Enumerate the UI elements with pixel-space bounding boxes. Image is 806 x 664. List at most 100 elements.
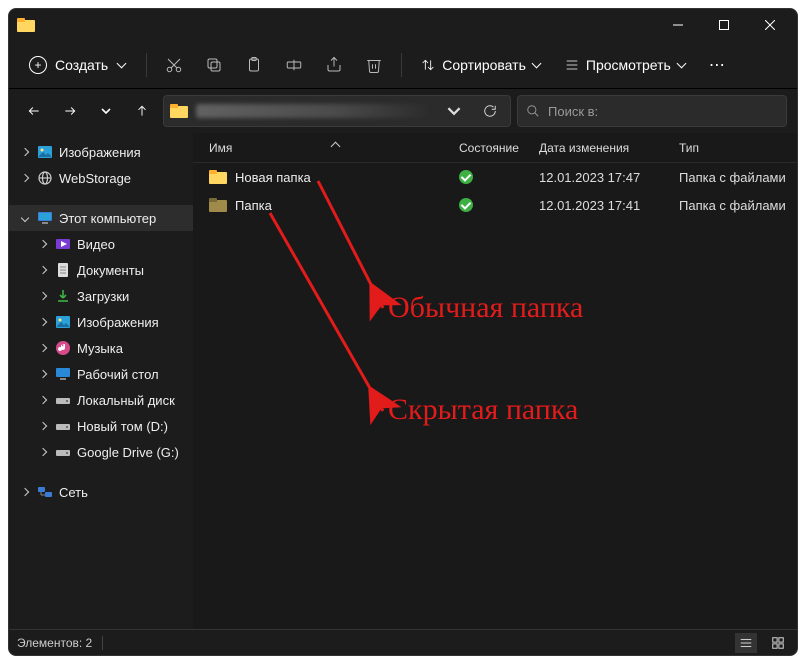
column-headers: Имя Состояние Дата изменения Тип bbox=[193, 133, 797, 163]
chevron-down-icon bbox=[677, 60, 687, 70]
chevron-right-icon bbox=[37, 345, 49, 351]
sidebar-item-videos[interactable]: Видео bbox=[9, 231, 193, 257]
paste-button[interactable] bbox=[235, 47, 273, 83]
sort-asc-icon bbox=[292, 143, 302, 153]
folder-icon bbox=[209, 170, 227, 184]
rename-button[interactable] bbox=[275, 47, 313, 83]
sidebar: Изображения WebStorage Этот компьютер Ви… bbox=[9, 133, 193, 629]
folder-icon bbox=[170, 104, 188, 118]
chevron-down-icon bbox=[116, 60, 126, 70]
chevron-right-icon bbox=[37, 423, 49, 429]
view-thumbnails-button[interactable] bbox=[767, 633, 789, 653]
sidebar-item-music[interactable]: Музыка bbox=[9, 335, 193, 361]
col-type[interactable]: Тип bbox=[679, 141, 797, 155]
annotation-normal-folder: Обычная папка bbox=[388, 291, 583, 325]
documents-icon bbox=[55, 262, 71, 278]
divider bbox=[401, 53, 402, 77]
view-details-button[interactable] bbox=[735, 633, 757, 653]
sidebar-item-documents[interactable]: Документы bbox=[9, 257, 193, 283]
minimize-button[interactable] bbox=[655, 9, 701, 41]
divider bbox=[102, 636, 103, 650]
item-count: Элементов: 2 bbox=[17, 636, 92, 650]
chevron-right-icon bbox=[37, 319, 49, 325]
address-bar[interactable] bbox=[163, 95, 511, 127]
col-type-label: Тип bbox=[679, 141, 699, 155]
sort-button[interactable]: Сортировать bbox=[410, 51, 552, 79]
chevron-right-icon bbox=[19, 149, 31, 155]
folder-hidden-icon bbox=[209, 198, 227, 212]
plus-icon: + bbox=[29, 56, 47, 74]
sidebar-item-label: Изображения bbox=[59, 145, 141, 160]
divider bbox=[146, 53, 147, 77]
sidebar-item-new-volume[interactable]: Новый том (D:) bbox=[9, 413, 193, 439]
search-input[interactable]: Поиск в: bbox=[517, 95, 787, 127]
close-button[interactable] bbox=[747, 9, 793, 41]
videos-icon bbox=[55, 236, 71, 252]
chevron-right-icon bbox=[37, 267, 49, 273]
sidebar-item-pictures[interactable]: Изображения bbox=[9, 139, 193, 165]
status-synced-icon bbox=[459, 198, 473, 212]
more-button[interactable]: ⋯ bbox=[699, 55, 737, 75]
col-date-label: Дата изменения bbox=[539, 141, 629, 155]
sidebar-item-google-drive[interactable]: Google Drive (G:) bbox=[9, 439, 193, 465]
col-state[interactable]: Состояние bbox=[459, 141, 539, 155]
back-button[interactable] bbox=[19, 95, 49, 127]
file-row[interactable]: Новая папка 12.01.2023 17:47 Папка с фай… bbox=[193, 163, 797, 191]
address-dropdown[interactable] bbox=[440, 97, 468, 125]
view-button[interactable]: Просмотреть bbox=[554, 51, 697, 79]
sidebar-item-label: WebStorage bbox=[59, 171, 131, 186]
sidebar-item-label: Документы bbox=[77, 263, 144, 278]
col-state-label: Состояние bbox=[459, 141, 519, 155]
file-name: Папка bbox=[235, 198, 272, 213]
sidebar-item-webstorage[interactable]: WebStorage bbox=[9, 165, 193, 191]
chevron-right-icon bbox=[37, 371, 49, 377]
pictures-icon bbox=[55, 314, 71, 330]
col-date[interactable]: Дата изменения bbox=[539, 141, 679, 155]
view-label: Просмотреть bbox=[586, 57, 671, 73]
sidebar-item-label: Музыка bbox=[77, 341, 123, 356]
pictures-icon bbox=[37, 144, 53, 160]
refresh-button[interactable] bbox=[476, 97, 504, 125]
sort-icon bbox=[420, 57, 436, 73]
forward-button[interactable] bbox=[55, 95, 85, 127]
sidebar-item-label: Google Drive (G:) bbox=[77, 445, 179, 460]
recent-button[interactable] bbox=[91, 95, 121, 127]
chevron-down-icon bbox=[532, 60, 542, 70]
window-controls bbox=[655, 9, 793, 41]
sidebar-item-desktop[interactable]: Рабочий стол bbox=[9, 361, 193, 387]
sidebar-item-local-disk[interactable]: Локальный диск bbox=[9, 387, 193, 413]
titlebar bbox=[9, 9, 797, 41]
chevron-right-icon bbox=[37, 449, 49, 455]
address-path-blurred bbox=[196, 104, 432, 118]
file-date: 12.01.2023 17:41 bbox=[539, 198, 679, 213]
view-icon bbox=[564, 57, 580, 73]
folder-icon bbox=[17, 18, 35, 32]
sidebar-item-downloads[interactable]: Загрузки bbox=[9, 283, 193, 309]
status-synced-icon bbox=[459, 170, 473, 184]
toolbar: + Создать Сортировать Просмотреть ⋯ bbox=[9, 41, 797, 89]
cut-button[interactable] bbox=[155, 47, 193, 83]
sidebar-item-this-pc[interactable]: Этот компьютер bbox=[9, 205, 193, 231]
col-name[interactable]: Имя bbox=[209, 141, 459, 155]
share-button[interactable] bbox=[315, 47, 353, 83]
sidebar-item-label: Изображения bbox=[77, 315, 159, 330]
sidebar-item-pictures2[interactable]: Изображения bbox=[9, 309, 193, 335]
sidebar-item-label: Рабочий стол bbox=[77, 367, 159, 382]
up-button[interactable] bbox=[127, 95, 157, 127]
file-row[interactable]: Папка 12.01.2023 17:41 Папка с файлами bbox=[193, 191, 797, 219]
search-placeholder: Поиск в: bbox=[548, 104, 598, 119]
new-button[interactable]: + Создать bbox=[17, 50, 138, 80]
sidebar-item-label: Сеть bbox=[59, 485, 88, 500]
delete-button[interactable] bbox=[355, 47, 393, 83]
desktop-icon bbox=[55, 366, 71, 382]
sidebar-item-label: Загрузки bbox=[77, 289, 129, 304]
copy-button[interactable] bbox=[195, 47, 233, 83]
maximize-button[interactable] bbox=[701, 9, 747, 41]
drive-icon bbox=[55, 418, 71, 434]
chevron-right-icon bbox=[37, 293, 49, 299]
file-date: 12.01.2023 17:47 bbox=[539, 170, 679, 185]
music-icon bbox=[55, 340, 71, 356]
pc-icon bbox=[37, 210, 53, 226]
chevron-right-icon bbox=[37, 241, 49, 247]
sidebar-item-network[interactable]: Сеть bbox=[9, 479, 193, 505]
